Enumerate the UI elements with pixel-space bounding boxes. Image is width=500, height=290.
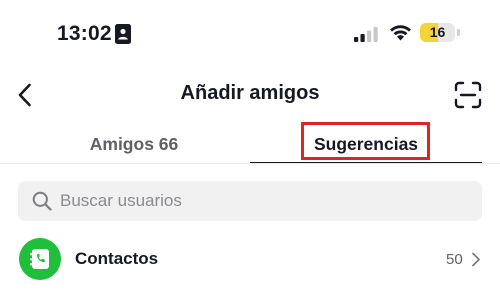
highlight-box	[301, 122, 430, 160]
tab-friends-label: Amigos 66	[89, 133, 179, 154]
id-card-icon	[115, 24, 131, 44]
battery-cap	[457, 29, 460, 36]
battery-icon: 16	[420, 23, 455, 42]
status-time: 13:02	[57, 22, 112, 45]
contacts-row[interactable]: Contactos 50	[0, 236, 500, 282]
search-bar[interactable]	[18, 181, 482, 221]
contacts-label: Contactos	[75, 249, 159, 268]
battery-level: 16	[429, 24, 446, 40]
chevron-right-icon	[472, 252, 480, 267]
search-icon	[32, 191, 52, 211]
status-bar: 13:02 16	[0, 0, 500, 64]
signal-icon	[354, 27, 378, 42]
tabs-divider	[0, 163, 500, 164]
contacts-avatar	[19, 238, 61, 280]
phone-book-icon	[30, 249, 49, 269]
search-input[interactable]	[60, 181, 470, 221]
scan-icon[interactable]	[454, 81, 482, 109]
contacts-count: 50	[446, 251, 463, 268]
wifi-icon	[390, 25, 411, 41]
page-title: Añadir amigos	[180, 82, 320, 104]
tab-friends[interactable]: Amigos 66	[18, 122, 250, 166]
